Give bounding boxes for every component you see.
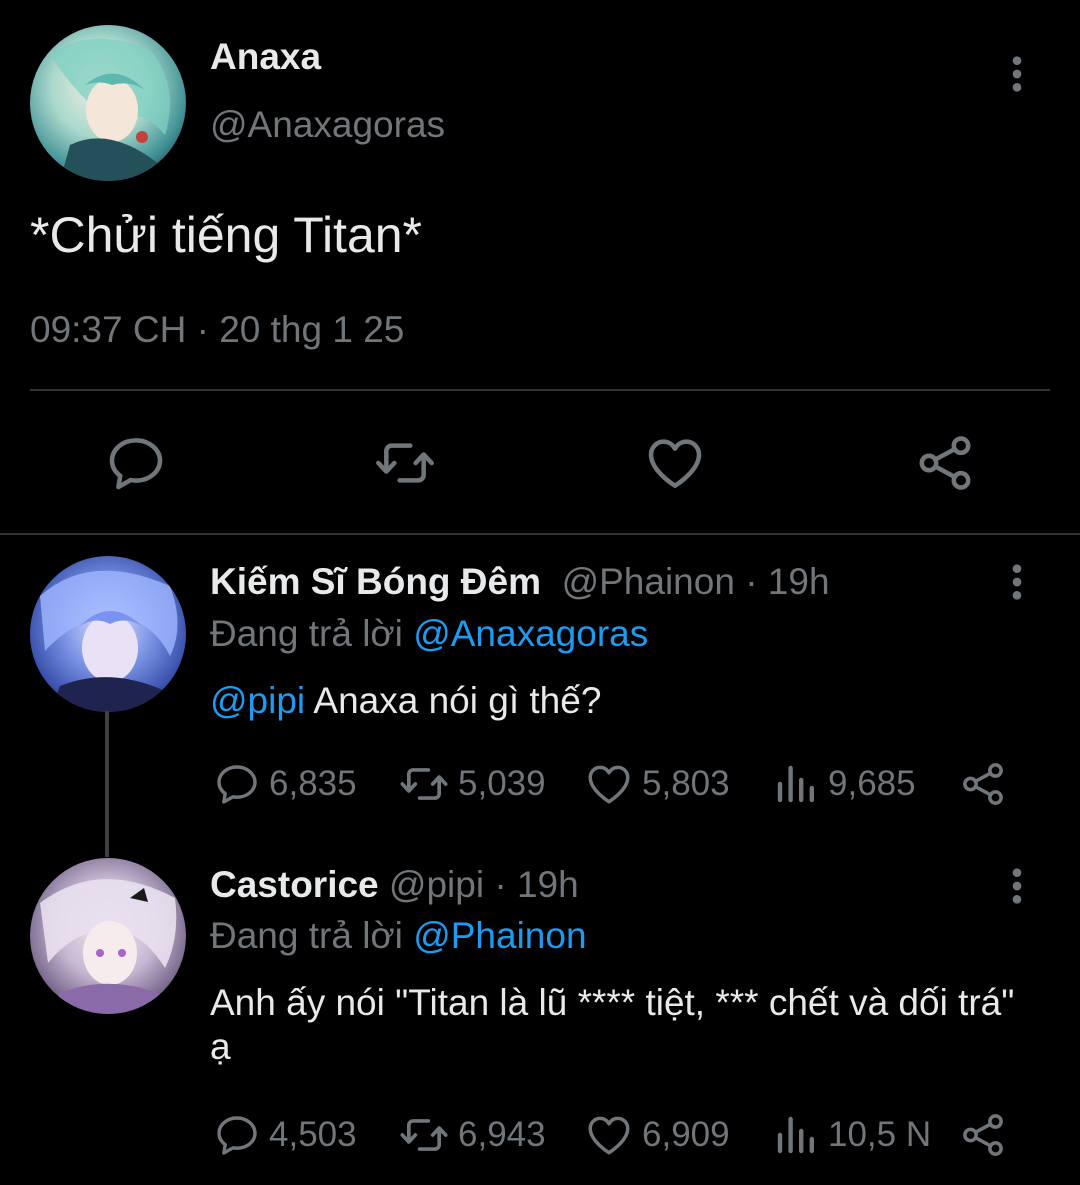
reply-count[interactable]: 6,835: [213, 759, 357, 809]
thread-connector: [105, 711, 109, 857]
retweet-count[interactable]: 6,943: [398, 1110, 546, 1160]
share-icon[interactable]: [958, 1110, 1008, 1160]
avatar[interactable]: [30, 25, 186, 181]
like-count-value: 5,803: [642, 764, 730, 803]
like-icon: [584, 759, 634, 809]
author-name[interactable]: Kiếm Sĩ Bóng Đêm: [210, 561, 541, 602]
avatar-anaxa-image: [30, 25, 186, 181]
views-icon: [772, 1111, 820, 1159]
reply-count-value: 4,503: [269, 1115, 357, 1154]
reply-text: @pipi Anaxa nói gì thế?: [210, 679, 1020, 723]
reply-icon: [213, 760, 261, 808]
author-name[interactable]: Castorice: [210, 864, 379, 905]
divider: [0, 533, 1080, 535]
author-name[interactable]: Anaxa: [210, 36, 321, 78]
like-count[interactable]: 5,803: [584, 759, 730, 809]
retweet-count[interactable]: 5,039: [398, 759, 546, 809]
avatar-phainon-image: [30, 556, 186, 712]
tweet-timestamp[interactable]: 09:37 CH · 20 thg 1 25: [30, 309, 404, 351]
like-count-value: 6,909: [642, 1115, 730, 1154]
more-options-icon[interactable]: [1007, 54, 1027, 94]
avatar-castorice-image: [30, 858, 186, 1014]
reply-text: Anh ấy nói "Titan là lũ **** tiệt, *** c…: [210, 982, 1015, 1067]
avatar[interactable]: [30, 556, 186, 712]
tweet-text: *Chửi tiếng Titan*: [30, 207, 423, 263]
replying-to-label: Đang trả lời: [210, 915, 414, 956]
replying-to-handle[interactable]: @Phainon: [413, 915, 586, 956]
mention-link[interactable]: @pipi: [210, 680, 305, 721]
author-handle-time[interactable]: @pipi · 19h: [389, 864, 579, 905]
avatar[interactable]: [30, 858, 186, 1014]
like-icon[interactable]: [643, 431, 707, 495]
divider: [30, 389, 1050, 391]
reply-icon[interactable]: [104, 431, 168, 495]
author-handle[interactable]: @Anaxagoras: [210, 104, 445, 146]
more-options-icon[interactable]: [1007, 866, 1027, 906]
share-icon[interactable]: [958, 759, 1008, 809]
replying-to: Đang trả lời @Phainon: [210, 915, 587, 957]
author-handle-time[interactable]: @Phainon · 19h: [562, 561, 830, 602]
retweet-count-value: 6,943: [458, 1115, 546, 1154]
retweet-icon: [398, 1109, 450, 1161]
views-icon: [772, 760, 820, 808]
like-count[interactable]: 6,909: [584, 1110, 730, 1160]
reply-count[interactable]: 4,503: [213, 1110, 357, 1160]
views-count-value: 10,5 N: [828, 1115, 932, 1154]
reply-text-content: Anaxa nói gì thế?: [305, 680, 602, 721]
like-icon: [584, 1110, 634, 1160]
more-options-icon[interactable]: [1007, 562, 1027, 602]
retweet-count-value: 5,039: [458, 764, 546, 803]
replying-to: Đang trả lời @Anaxagoras: [210, 613, 648, 655]
views-count[interactable]: 10,5 N: [772, 1110, 931, 1160]
views-count-value: 9,685: [828, 764, 916, 803]
reply-header: Kiếm Sĩ Bóng Đêm @Phainon · 19h: [210, 561, 830, 603]
views-count[interactable]: 9,685: [772, 759, 916, 809]
reply-header: Castorice @pipi · 19h: [210, 864, 579, 906]
share-icon[interactable]: [913, 431, 977, 495]
reply-icon: [213, 1111, 261, 1159]
retweet-icon[interactable]: [373, 431, 437, 495]
replying-to-label: Đang trả lời: [210, 613, 414, 654]
reply-count-value: 6,835: [269, 764, 357, 803]
retweet-icon: [398, 758, 450, 810]
replying-to-handle[interactable]: @Anaxagoras: [413, 613, 648, 654]
